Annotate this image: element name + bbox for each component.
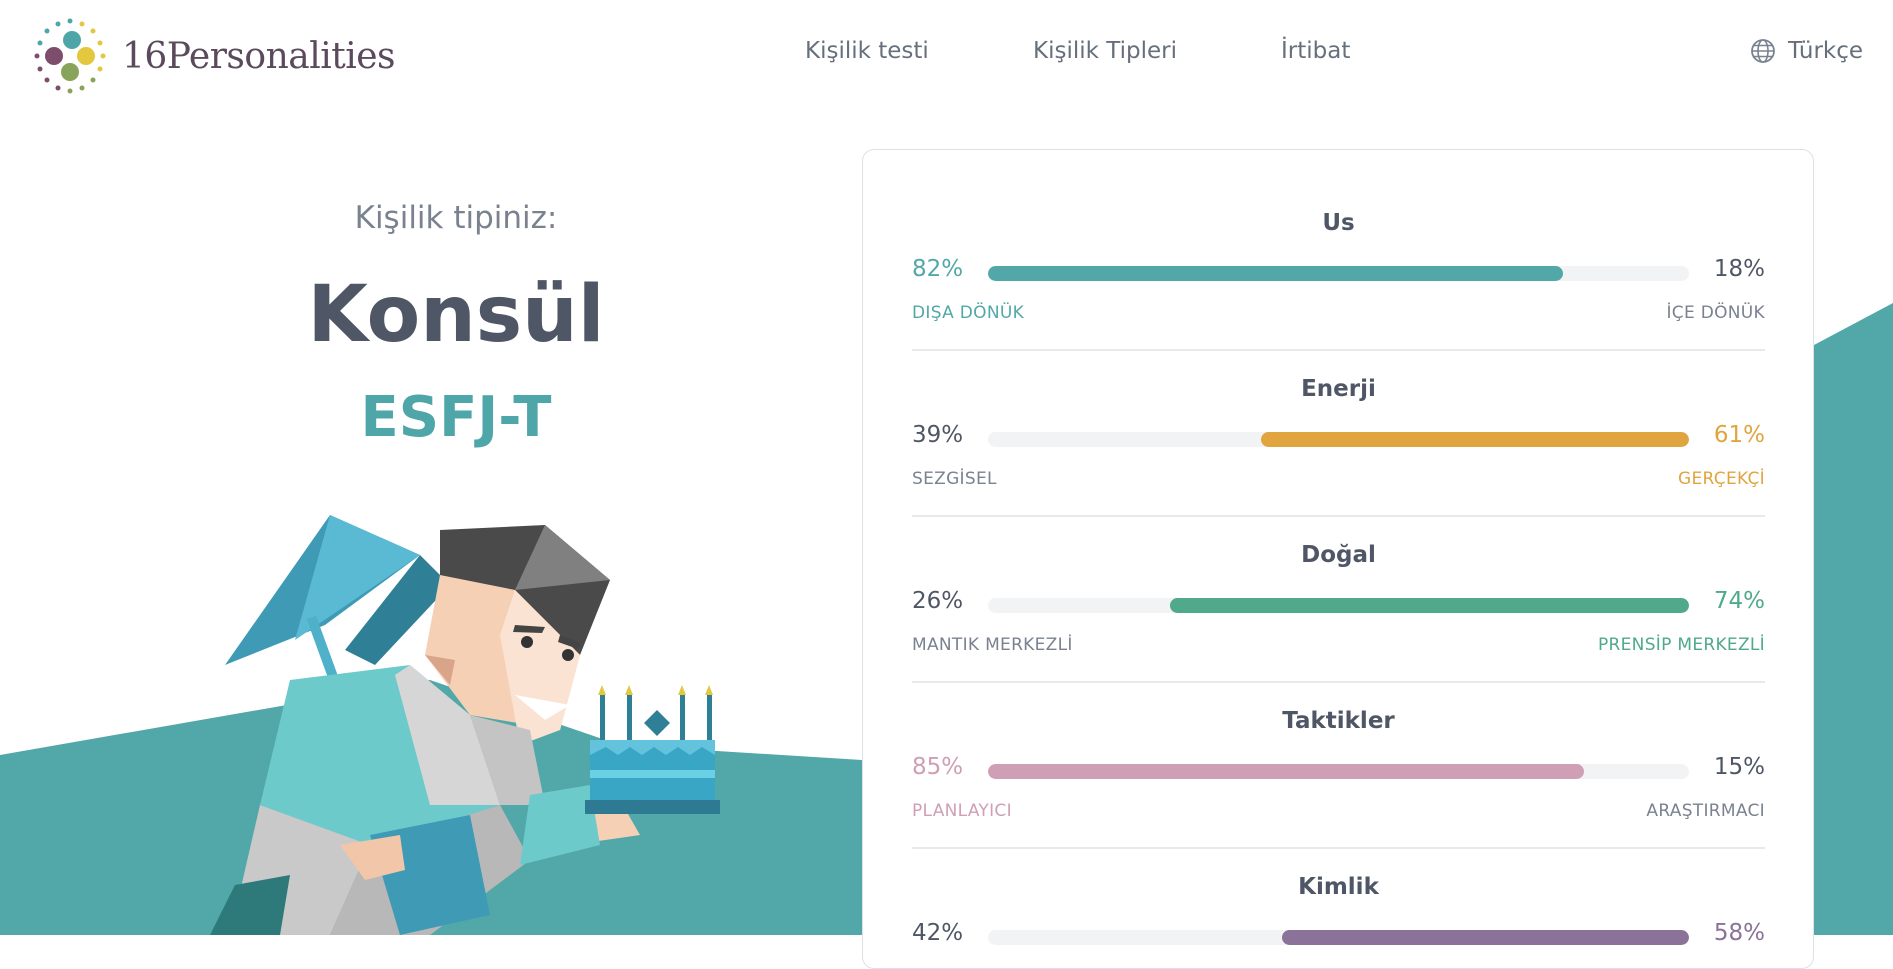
brand-logo[interactable]: 16Personalities: [30, 16, 396, 96]
trait-right-percent: 61%: [1713, 422, 1765, 448]
trait-tactics[interactable]: Taktikler 85% 15% PLANLAYICI ARAŞTIRMACI: [912, 664, 1765, 849]
personality-type-code: ESFJ-T: [360, 385, 552, 450]
language-selector[interactable]: Türkçe: [1750, 38, 1863, 64]
trait-bar-fill: [1170, 598, 1689, 613]
trait-bar: [988, 598, 1689, 613]
nav-contact[interactable]: İrtibat: [1281, 38, 1350, 64]
trait-identity[interactable]: Kimlik 42% 58%: [912, 830, 1765, 946]
trait-left-percent: 85%: [912, 754, 964, 780]
trait-left-label: DIŞA DÖNÜK: [912, 303, 1025, 323]
trait-left-label: SEZGİSEL: [912, 469, 997, 489]
trait-left-percent: 42%: [912, 920, 964, 946]
trait-bar: [988, 266, 1689, 281]
trait-bar: [988, 432, 1689, 447]
trait-left-percent: 39%: [912, 422, 964, 448]
site-header: 16Personalities Kişilik testi Kişilik Ti…: [0, 0, 1893, 112]
trait-right-label: PRENSİP MERKEZLİ: [1597, 635, 1765, 655]
trait-title: Taktikler: [1282, 708, 1395, 734]
brand-name: 16Personalities: [122, 35, 396, 77]
nav-personality-types[interactable]: Kişilik Tipleri: [1033, 38, 1177, 64]
trait-left-label: PLANLAYICI: [912, 801, 1012, 821]
trait-title: Kimlik: [1298, 874, 1379, 900]
trait-title: Us: [1322, 210, 1355, 236]
trait-right-percent: 15%: [1713, 754, 1765, 780]
trait-left-percent: 26%: [912, 588, 964, 614]
trait-energy[interactable]: Enerji 39% 61% SEZGİSEL GERÇEKÇİ: [912, 332, 1765, 517]
trait-right-percent: 18%: [1713, 256, 1765, 282]
trait-bar: [988, 930, 1689, 945]
trait-right-percent: 74%: [1713, 588, 1765, 614]
trait-bar: [988, 764, 1689, 779]
trait-title: Enerji: [1301, 376, 1376, 402]
result-label: Kişilik tipiniz:: [354, 200, 558, 236]
trait-right-label: ARAŞTIRMACI: [1646, 801, 1765, 821]
trait-bar-fill: [1261, 432, 1689, 447]
language-label: Türkçe: [1788, 38, 1864, 64]
consul-character-illustration: [210, 515, 720, 935]
trait-bar-fill: [1282, 930, 1689, 945]
personality-type-name: Konsül: [307, 270, 605, 360]
trait-right-label: İÇE DÖNÜK: [1666, 303, 1765, 323]
trait-left-label: MANTIK MERKEZLİ: [912, 635, 1073, 655]
trait-bar-fill: [988, 266, 1563, 281]
trait-title: Doğal: [1301, 542, 1376, 568]
trait-bar-fill: [988, 764, 1584, 779]
nav-personality-test[interactable]: Kişilik testi: [805, 38, 929, 64]
logo-dots-icon: [34, 18, 106, 94]
trait-mind[interactable]: Us 82% 18% DIŞA DÖNÜK İÇE DÖNÜK: [912, 166, 1765, 351]
globe-icon: [1751, 39, 1775, 63]
trait-right-percent: 58%: [1713, 920, 1765, 946]
trait-right-label: GERÇEKÇİ: [1678, 469, 1765, 489]
trait-nature[interactable]: Doğal 26% 74% MANTIK MERKEZLİ PRENSİP ME…: [912, 498, 1765, 683]
trait-left-percent: 82%: [912, 256, 964, 282]
